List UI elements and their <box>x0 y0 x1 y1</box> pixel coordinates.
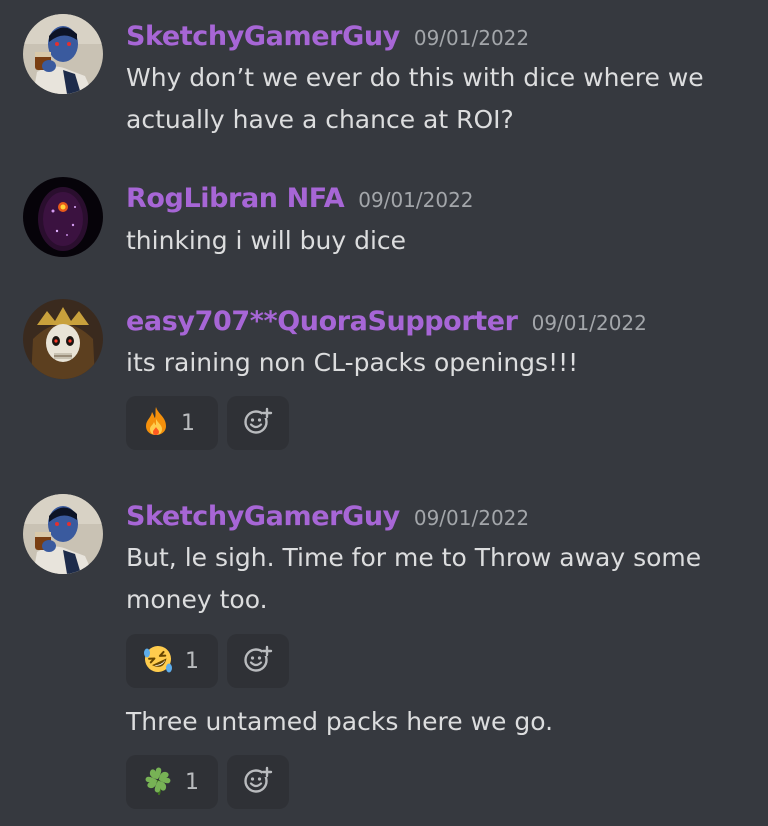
reaction-clover[interactable]: 1 <box>126 755 218 809</box>
message-text: Why don’t we ever do this with dice wher… <box>126 57 756 141</box>
reaction-count: 1 <box>181 410 195 436</box>
avatar-easy707[interactable] <box>23 299 103 379</box>
fire-emoji-icon <box>143 406 169 440</box>
message-line: Three untamed packs here we go. <box>126 707 554 736</box>
message-line: thinking i will buy dice <box>126 226 407 255</box>
reaction-count: 1 <box>185 648 199 674</box>
message-line: money too. <box>126 585 268 614</box>
timestamp: 09/01/2022 <box>358 188 474 212</box>
reactions-bar: 1 <box>126 755 289 809</box>
message-line: its raining non CL-packs openings!!! <box>126 348 579 377</box>
avatar-sketchygamerguy[interactable] <box>23 14 103 94</box>
add-reaction-icon <box>243 765 273 799</box>
timestamp: 09/01/2022 <box>413 26 530 50</box>
author-name[interactable]: easy707**QuoraSupporter <box>126 306 518 337</box>
message-line: Why don’t we ever do this with dice wher… <box>126 63 704 92</box>
reactions-bar: 1 <box>126 634 289 688</box>
add-reaction-button[interactable] <box>227 396 289 450</box>
message-line: actually have a chance at ROI? <box>126 105 514 134</box>
message-text: thinking i will buy dice <box>126 220 756 262</box>
add-reaction-button[interactable] <box>227 755 289 809</box>
add-reaction-icon <box>243 406 273 440</box>
avatar-sketchygamerguy[interactable] <box>23 494 103 574</box>
avatar-roglibran[interactable] <box>23 177 103 257</box>
timestamp: 09/01/2022 <box>413 506 530 530</box>
message-text-followup: Three untamed packs here we go. <box>126 701 756 743</box>
add-reaction-icon <box>243 644 273 678</box>
reaction-fire[interactable]: 1 <box>126 396 218 450</box>
add-reaction-button[interactable] <box>227 634 289 688</box>
message-line: But, le sigh. Time for me to Throw away … <box>126 543 702 572</box>
author-name[interactable]: SketchyGamerGuy <box>126 21 400 52</box>
reactions-bar: 1 <box>126 396 289 450</box>
message-text: But, le sigh. Time for me to Throw away … <box>126 537 756 621</box>
author-name[interactable]: SketchyGamerGuy <box>126 501 400 532</box>
rofl-emoji-icon <box>143 644 173 678</box>
author-name[interactable]: RogLibran NFA <box>126 183 345 214</box>
reaction-count: 1 <box>185 769 199 795</box>
message-text: its raining non CL-packs openings!!! <box>126 342 756 384</box>
reaction-rofl[interactable]: 1 <box>126 634 218 688</box>
four-leaf-clover-emoji-icon <box>143 765 173 799</box>
timestamp: 09/01/2022 <box>531 311 647 335</box>
